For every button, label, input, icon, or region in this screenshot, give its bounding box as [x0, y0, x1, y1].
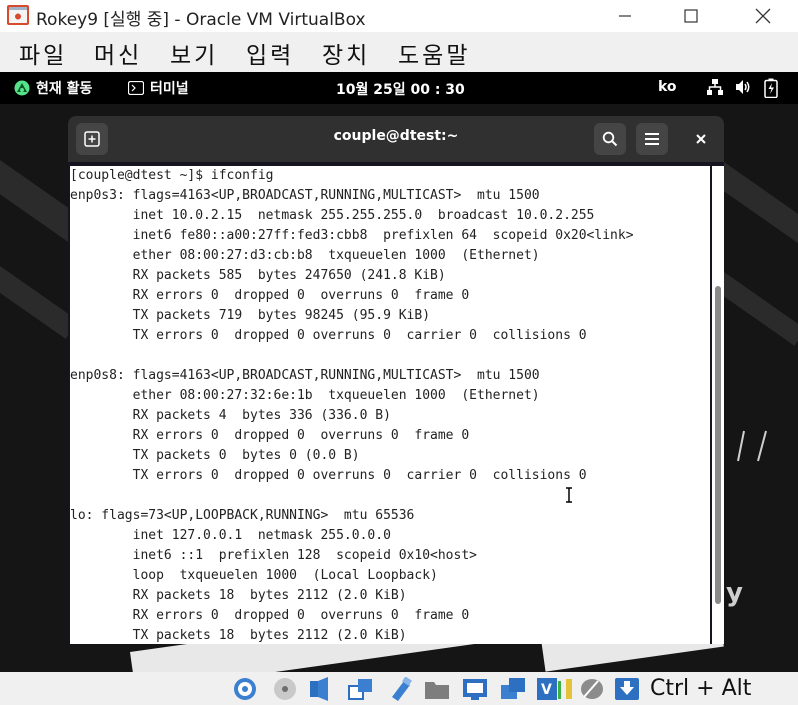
menu-machine[interactable]: 머신 — [94, 36, 142, 70]
terminal-line: RX errors 0 dropped 0 overruns 0 frame 0 — [70, 428, 470, 443]
host-key-label[interactable]: Ctrl + Alt — [650, 676, 751, 701]
display-icon[interactable] — [462, 677, 488, 701]
terminal-line: inet 10.0.2.15 netmask 255.255.255.0 bro… — [70, 208, 595, 223]
maximize-icon — [684, 9, 698, 23]
wallpaper-stripe — [0, 252, 79, 339]
app-menu-terminal[interactable]: 터미널 — [128, 78, 189, 98]
virtualbox-logo-icon — [7, 5, 29, 25]
svg-text:V: V — [541, 682, 552, 698]
minimize-button[interactable] — [602, 0, 648, 32]
terminal-line: TX packets 0 bytes 0 (0.0 B) — [70, 448, 360, 463]
terminal-line: TX errors 0 dropped 0 overruns 0 carrier… — [70, 468, 587, 483]
virtualbox-status-bar: V Ctrl + Alt — [0, 672, 798, 705]
terminal-line: ether 08:00:27:32:6e:1b txqueuelen 1000 … — [70, 388, 540, 403]
battery-icon[interactable] — [764, 78, 778, 98]
guest-display[interactable]: y 현재 활동 터미널 10월 25일 00 : 30 ko couple@dt… — [0, 72, 798, 672]
terminal-line: RX packets 4 bytes 336 (336.0 B) — [70, 408, 391, 423]
menu-input[interactable]: 입력 — [246, 36, 294, 70]
wallpaper-slashes — [737, 430, 767, 462]
activities-label: 현재 활동 — [36, 81, 93, 97]
input-method-indicator[interactable]: ko — [658, 79, 677, 95]
window-title: Rokey9 [실행 중] - Oracle VM VirtualBox — [36, 10, 366, 30]
volume-icon[interactable] — [734, 78, 752, 96]
terminal-line: enp0s8: flags=4163<UP,BROADCAST,RUNNING,… — [70, 368, 540, 383]
app-menu-label: 터미널 — [150, 81, 189, 97]
usb-icon[interactable] — [388, 677, 414, 701]
terminal-line: [couple@dtest ~]$ ifconfig — [70, 168, 274, 183]
audio-icon[interactable] — [308, 677, 334, 701]
terminal-line: RX errors 0 dropped 0 overruns 0 frame 0 — [70, 288, 470, 303]
mouse-integration-icon[interactable] — [578, 677, 604, 701]
terminal-app-icon — [128, 81, 144, 95]
recording-icon[interactable] — [500, 677, 526, 701]
hamburger-menu-icon — [645, 133, 659, 145]
activities-icon — [14, 80, 30, 96]
clock[interactable]: 10월 25일 00 : 30 — [336, 79, 465, 99]
scrollbar-thumb[interactable] — [715, 286, 721, 604]
close-icon — [696, 134, 706, 144]
virtualization-icon[interactable]: V — [536, 677, 562, 701]
terminal-header-bar[interactable]: couple@dtest:~ — [68, 116, 724, 162]
terminal-line: inet 127.0.0.1 netmask 255.0.0.0 — [70, 528, 391, 543]
terminal-line: TX packets 18 bytes 2112 (2.0 KiB) — [70, 628, 407, 643]
terminal-window[interactable]: couple@dtest:~ [couple@dtest ~]$ ifconfi… — [68, 116, 724, 644]
terminal-line: RX packets 18 bytes 2112 (2.0 KiB) — [70, 588, 407, 603]
keyboard-capture-icon[interactable] — [614, 677, 640, 701]
minimize-icon — [619, 15, 631, 17]
maximize-button[interactable] — [668, 0, 714, 32]
terminal-line: loop txqueuelen 1000 (Local Loopback) — [70, 568, 438, 583]
menu-button[interactable] — [636, 123, 668, 155]
terminal-line: RX errors 0 dropped 0 overruns 0 frame 0 — [70, 608, 470, 623]
gnome-top-bar: 현재 활동 터미널 10월 25일 00 : 30 ko — [0, 72, 798, 104]
network-status-icon[interactable] — [706, 78, 724, 96]
terminal-line: enp0s3: flags=4163<UP,BROADCAST,RUNNING,… — [70, 188, 540, 203]
text-cursor-icon — [566, 487, 572, 503]
optical-drive-icon[interactable] — [272, 677, 298, 701]
terminal-line: inet6 ::1 prefixlen 128 scopeid 0x10<hos… — [70, 548, 477, 563]
terminal-line: lo: flags=73<UP,LOOPBACK,RUNNING> mtu 65… — [70, 508, 415, 523]
activities-button[interactable]: 현재 활동 — [14, 78, 92, 98]
terminal-line: TX packets 719 bytes 98245 (95.9 KiB) — [70, 308, 431, 323]
terminal-line: TX errors 0 dropped 0 overruns 0 carrier… — [70, 328, 587, 343]
shared-folders-icon[interactable] — [424, 677, 450, 701]
network-icon[interactable] — [348, 677, 374, 701]
terminal-output[interactable]: [couple@dtest ~]$ ifconfig enp0s3: flags=… — [70, 166, 710, 644]
terminal-scrollbar[interactable] — [712, 166, 724, 644]
menu-help[interactable]: 도움말 — [398, 36, 470, 70]
menu-file[interactable]: 파일 — [19, 36, 67, 70]
search-button[interactable] — [594, 123, 626, 155]
wallpaper-letter: y — [726, 578, 743, 608]
hard-disk-icon[interactable] — [232, 677, 258, 701]
host-title-bar[interactable]: Rokey9 [실행 중] - Oracle VM VirtualBox — [0, 0, 798, 32]
search-icon — [602, 131, 618, 147]
menu-devices[interactable]: 장치 — [322, 36, 370, 70]
close-icon — [755, 8, 771, 24]
menu-bar: 파일 머신 보기 입력 장치 도움말 — [0, 32, 798, 72]
terminal-line: RX packets 585 bytes 247650 (241.8 KiB) — [70, 268, 446, 283]
close-button[interactable] — [740, 0, 786, 32]
terminal-close-button[interactable] — [685, 123, 717, 155]
terminal-line: ether 08:00:27:d3:cb:b8 txqueuelen 1000 … — [70, 248, 540, 263]
menu-view[interactable]: 보기 — [170, 36, 218, 70]
terminal-line: inet6 fe80::a00:27ff:fed3:cbb8 prefixlen… — [70, 228, 634, 243]
wallpaper-stripe — [712, 272, 798, 346]
